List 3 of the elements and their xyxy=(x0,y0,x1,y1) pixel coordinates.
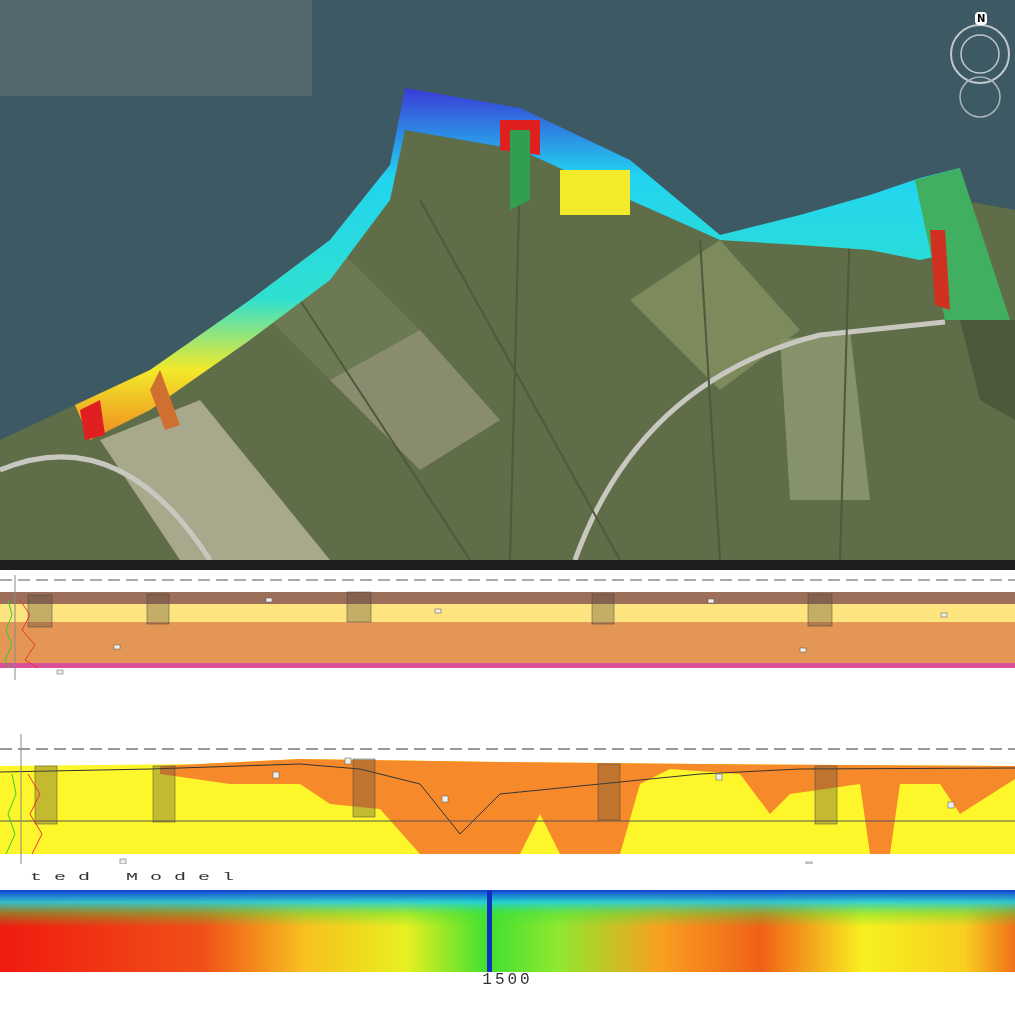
section-title: ted Model xyxy=(29,869,248,885)
north-label: N xyxy=(975,12,988,25)
axis-tick-label: 1500 xyxy=(482,972,533,988)
